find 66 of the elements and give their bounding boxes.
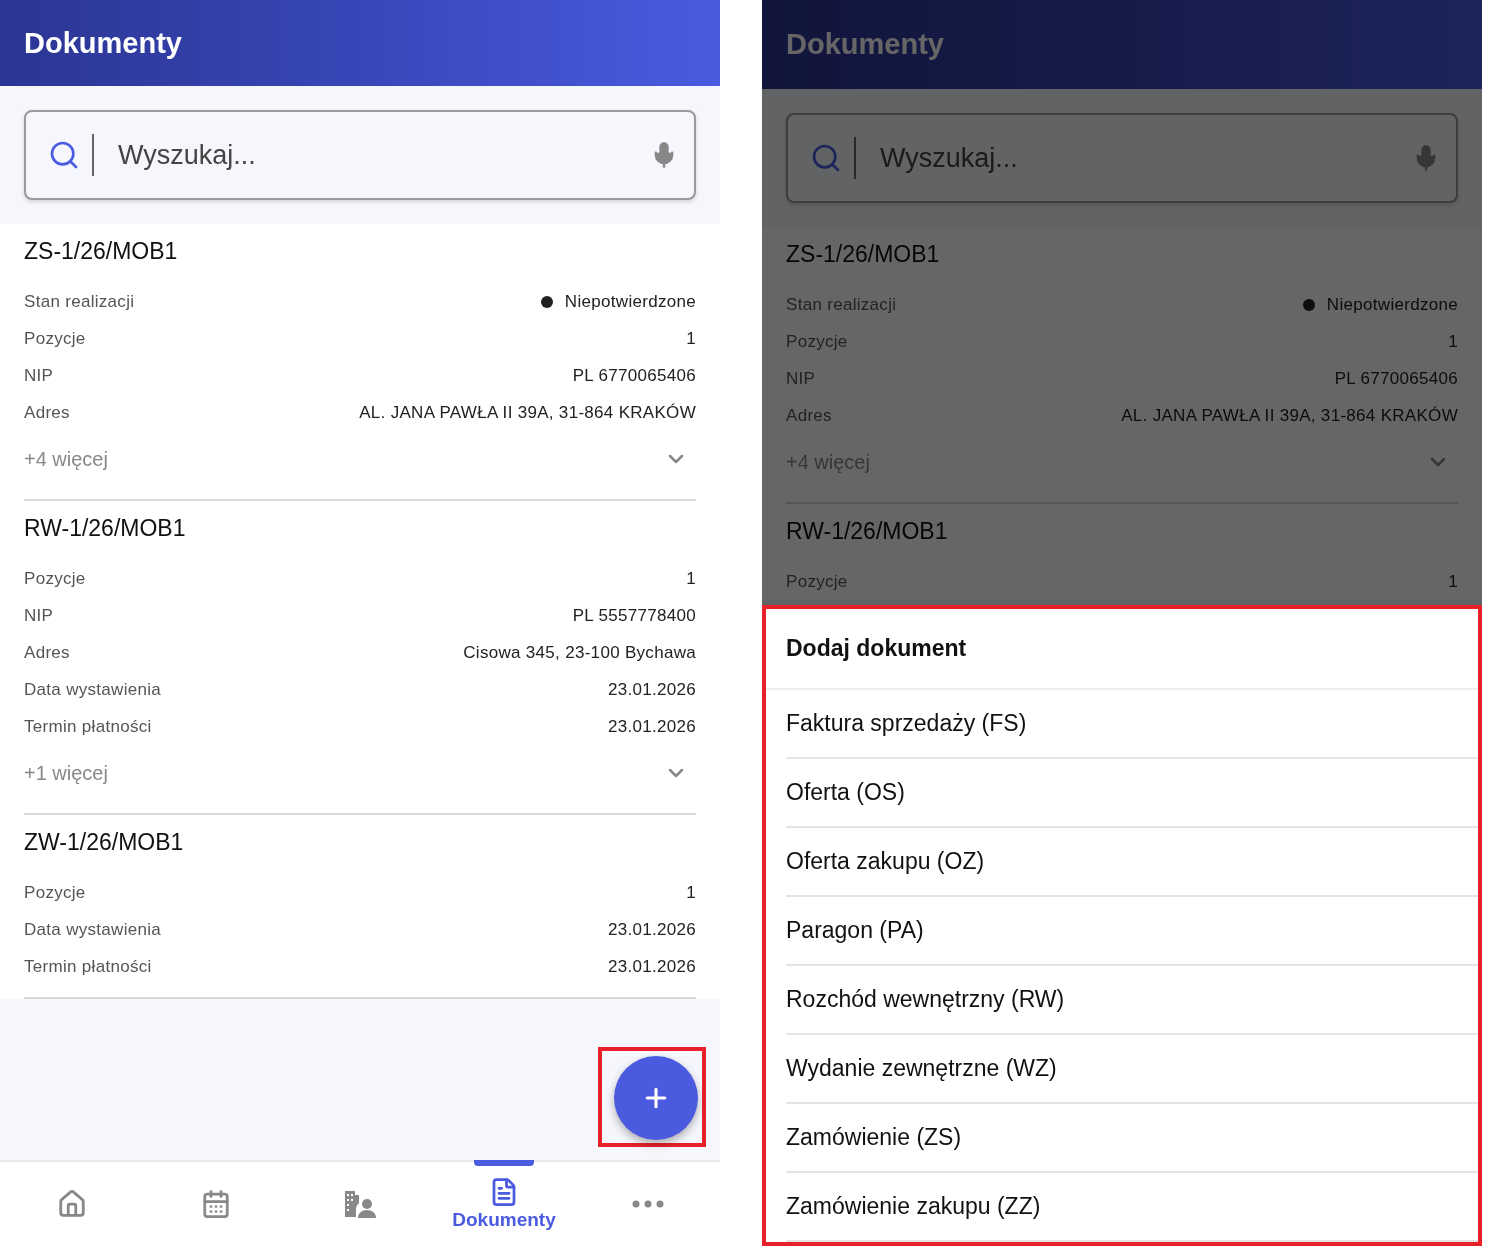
status-dot	[540, 295, 553, 308]
search-input[interactable]: Wyszukaj...	[878, 141, 1412, 175]
field-label: Adres	[786, 405, 832, 426]
field-label: Pozycje	[24, 328, 86, 349]
search-icon	[810, 142, 842, 174]
field-label: Termin płatności	[24, 956, 152, 977]
document-number[interactable]: RW-1/26/MOB1	[24, 515, 186, 542]
field-label: Pozycje	[24, 568, 86, 589]
field-label: Termin płatności	[24, 716, 152, 737]
document-number[interactable]: ZS-1/26/MOB1	[24, 238, 178, 265]
field-value: 1	[686, 882, 696, 903]
screen-title: Dokumenty	[24, 26, 182, 60]
building-person-icon	[343, 1189, 377, 1219]
screen-title: Dokumenty	[786, 28, 944, 61]
field-label: Data wystawienia	[24, 919, 162, 940]
menu-item[interactable]: Oferta (OS)	[786, 759, 1478, 828]
field-value: 1	[1448, 571, 1458, 592]
menu-item[interactable]: Oferta zakupu (OZ)	[786, 828, 1478, 897]
search-icon	[48, 139, 80, 171]
field-label: NIP	[786, 368, 816, 389]
document-number[interactable]: ZS-1/26/MOB1	[786, 241, 940, 268]
document-number[interactable]: ZW-1/26/MOB1	[24, 829, 184, 856]
field-value: PL 6770065406	[1334, 368, 1458, 389]
search-field[interactable]: Wyszukaj...	[24, 110, 696, 200]
field-label: Adres	[24, 402, 70, 423]
sheet-title: Dodaj dokument	[766, 609, 1478, 690]
field-value: 1	[686, 568, 696, 589]
search-field[interactable]: Wyszukaj...	[786, 113, 1458, 203]
menu-item[interactable]: Faktura sprzedaży (FS)	[786, 690, 1478, 759]
field-label: Pozycje	[786, 331, 848, 352]
status-dot	[1302, 298, 1315, 311]
show-more-link[interactable]: +4 więcej	[24, 447, 108, 471]
field-label: Stan realizacji	[24, 291, 135, 312]
field-label: NIP	[24, 365, 54, 386]
field-value: 23.01.2026	[607, 716, 696, 737]
menu-item[interactable]: Rozchód wewnętrzny (RW)	[786, 966, 1478, 1035]
menu-item[interactable]: Wydanie zewnętrzne (WZ)	[786, 1035, 1478, 1104]
menu-item[interactable]: Zamówienie zakupu (ZZ)	[786, 1173, 1478, 1242]
field-value: Niepotwierdzone	[1326, 294, 1458, 315]
field-value: 1	[686, 328, 696, 349]
more-icon	[632, 1200, 664, 1208]
document-number[interactable]: RW-1/26/MOB1	[786, 518, 948, 545]
field-label: Stan realizacji	[786, 294, 897, 315]
field-value: PL 6770065406	[572, 365, 696, 386]
field-value: PL 5557778400	[572, 605, 696, 626]
field-label: NIP	[24, 605, 54, 626]
nav-tab[interactable]: Dokumenty	[432, 1162, 576, 1246]
home-icon	[57, 1189, 87, 1219]
menu-item[interactable]: Zamówienie (ZS)	[786, 1104, 1478, 1173]
field-label: Pozycje	[24, 882, 86, 903]
search-input[interactable]: Wyszukaj...	[116, 138, 650, 172]
active-indicator	[474, 1160, 534, 1166]
field-value: 23.01.2026	[607, 956, 696, 977]
field-value: 23.01.2026	[607, 679, 696, 700]
field-value: AL. JANA PAWŁA II 39A, 31-864 KRAKÓW	[1121, 405, 1458, 426]
field-value: Niepotwierdzone	[564, 291, 696, 312]
field-label: Data wystawienia	[24, 679, 162, 700]
field-value: AL. JANA PAWŁA II 39A, 31-864 KRAKÓW	[359, 402, 696, 423]
field-label: Pozycje	[786, 571, 848, 592]
field-value: 23.01.2026	[607, 919, 696, 940]
field-label: Adres	[24, 642, 70, 663]
show-more-link[interactable]: +1 więcej	[24, 761, 108, 785]
menu-item[interactable]: Paragon (PA)	[786, 897, 1478, 966]
calendar-icon	[201, 1189, 231, 1219]
field-value: Cisowa 345, 23-100 Bychawa	[463, 642, 696, 663]
field-value: 1	[1448, 331, 1458, 352]
